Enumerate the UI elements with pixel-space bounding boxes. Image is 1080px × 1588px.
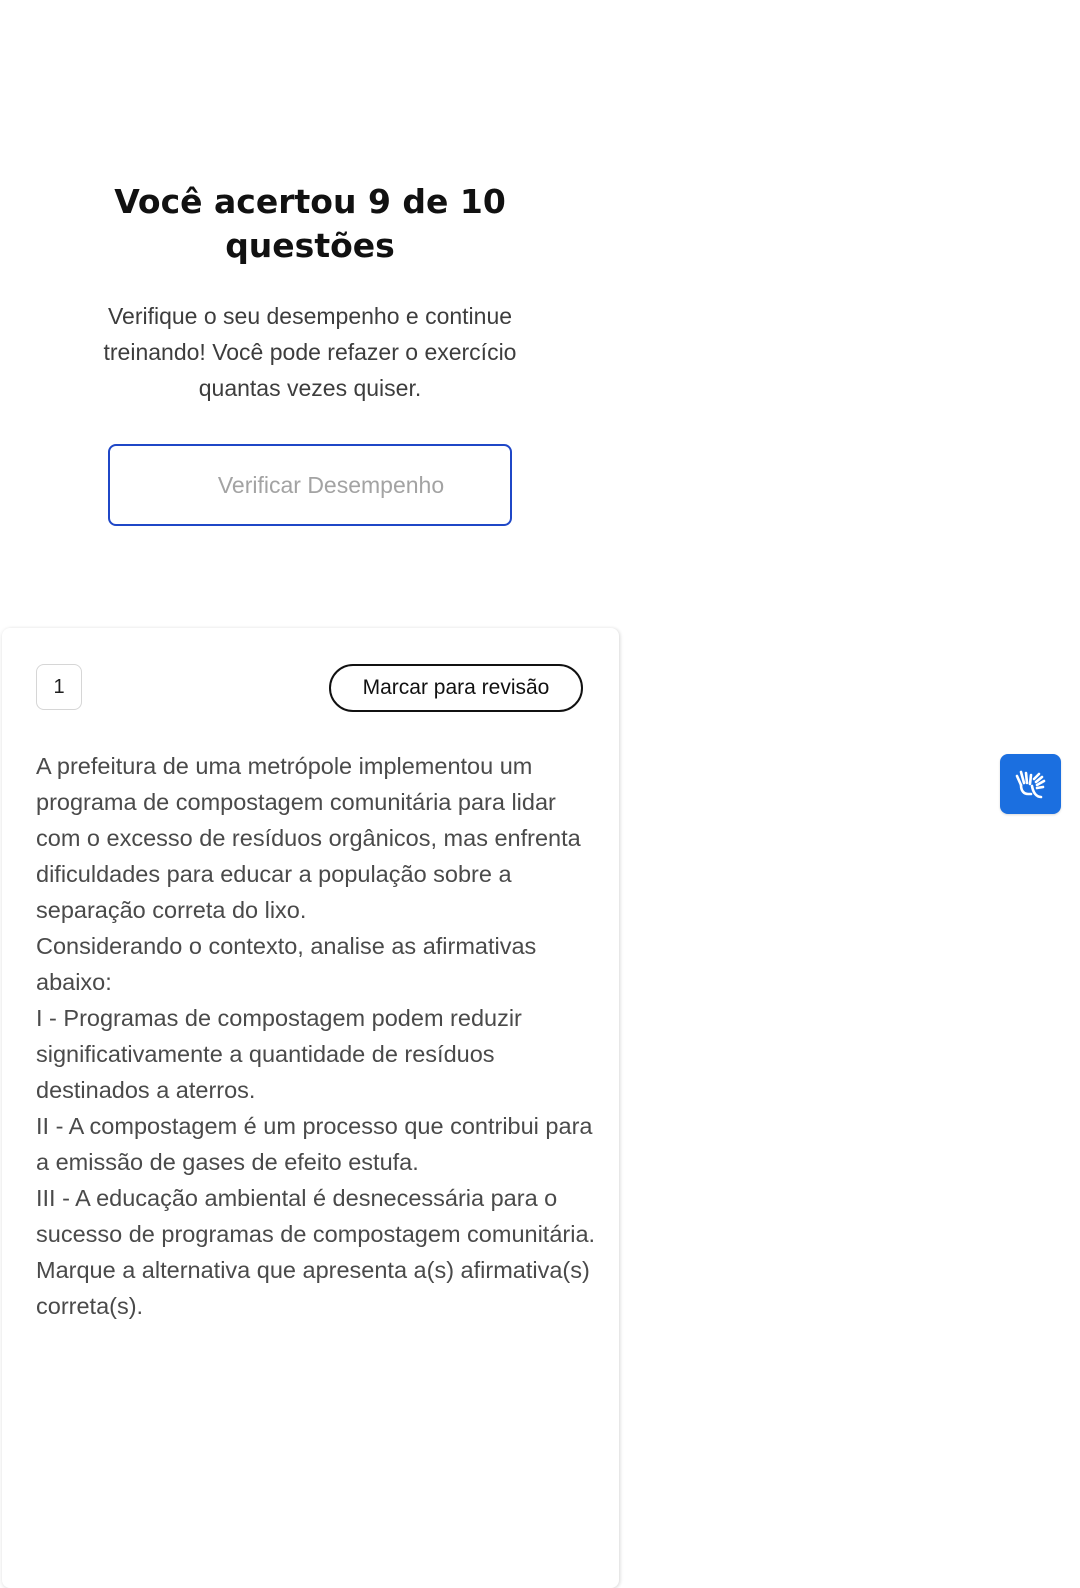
question-paragraph: I - Programas de compostagem podem reduz… (36, 1005, 522, 1103)
question-card: 1 Marcar para revisão A prefeitura de um… (2, 628, 619, 1588)
sign-language-accessibility-button[interactable] (1000, 754, 1061, 814)
result-subtitle: Verifique o seu desempenho e continue tr… (103, 303, 517, 401)
question-paragraph: Considerando o contexto, analise as afir… (36, 933, 537, 995)
question-statement: A prefeitura de uma metrópole implemento… (36, 748, 596, 1324)
mark-for-review-button[interactable]: Marcar para revisão (329, 664, 583, 712)
verify-performance-button[interactable]: Verificar Desempenho (108, 444, 512, 526)
question-paragraph: II - A compostagem é um processo que con… (36, 1113, 593, 1175)
result-title: Você acertou 9 de 10 questões (114, 182, 506, 265)
question-number-badge: 1 (36, 664, 82, 710)
question-paragraph: A prefeitura de uma metrópole implemento… (36, 753, 581, 923)
question-paragraph: III - A educação ambiental é desnecessár… (36, 1185, 596, 1247)
result-summary: Você acertou 9 de 10 questões Verifique … (0, 180, 620, 526)
sign-language-hands-icon (1015, 770, 1045, 799)
question-paragraph: Marque a alternativa que apresenta a(s) … (36, 1257, 590, 1319)
